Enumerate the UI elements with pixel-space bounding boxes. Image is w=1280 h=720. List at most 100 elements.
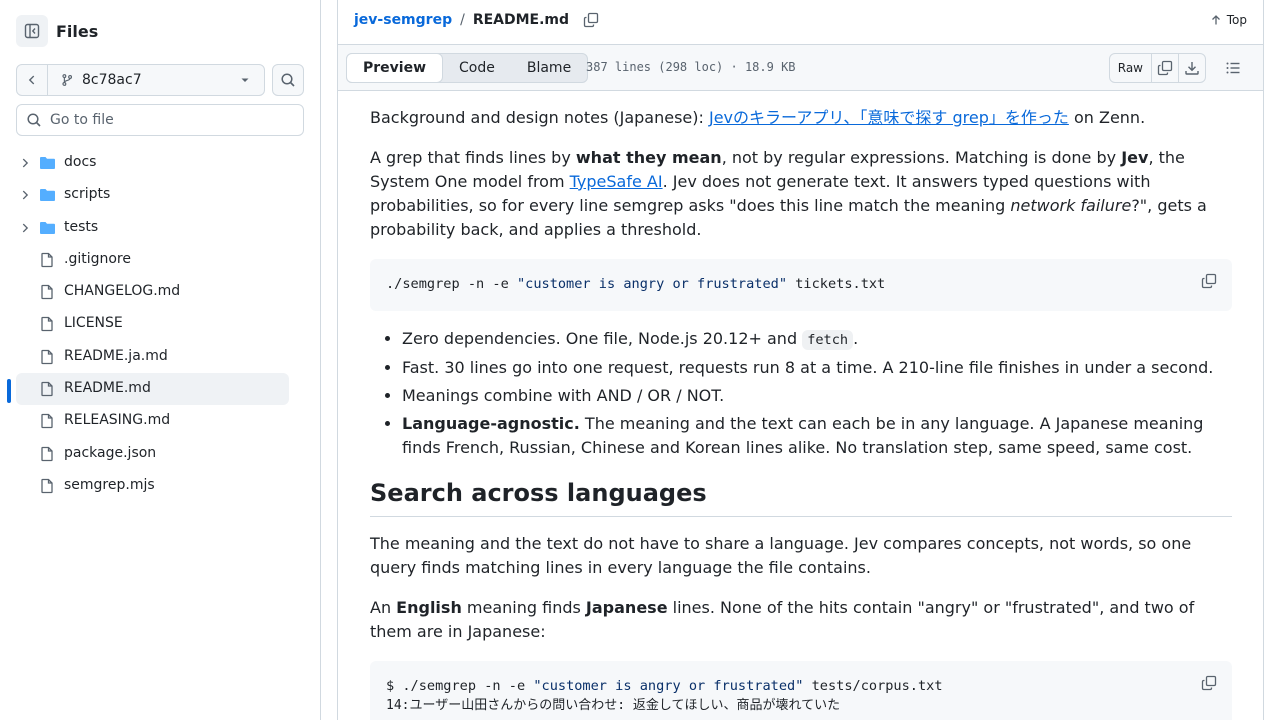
text: on Zenn. xyxy=(1068,108,1146,127)
code-line: $ ./semgrep -n -e "customer is angry or … xyxy=(386,677,1216,696)
text: Background and design notes (Japanese): xyxy=(370,108,709,127)
file-toolbar: Preview Code Blame 387 lines (298 loc) ·… xyxy=(338,45,1263,91)
tree-item-label: package.json xyxy=(64,444,157,461)
feature-list: Zero dependencies. One file, Node.js 20.… xyxy=(370,327,1232,460)
sidebar-header: Files xyxy=(16,15,98,47)
english-japanese-paragraph: An English meaning finds Japanese lines.… xyxy=(370,596,1232,644)
file-icon xyxy=(39,349,55,365)
copy-code-button[interactable] xyxy=(1201,273,1217,289)
breadcrumb-separator: / xyxy=(460,12,465,28)
download-icon xyxy=(1184,60,1200,76)
copy-raw-button[interactable] xyxy=(1151,54,1178,82)
tree-item-label: LICENSE xyxy=(64,315,123,332)
text: An xyxy=(370,598,397,617)
file-tree: docs scripts tests .gitignore CHANGELOG.… xyxy=(7,147,289,502)
tree-item-semgrep-mjs[interactable]: semgrep.mjs xyxy=(16,470,289,502)
tree-item-readme-ja[interactable]: README.ja.md xyxy=(16,341,289,373)
back-to-top-link[interactable]: Top xyxy=(1210,13,1247,27)
tab-preview[interactable]: Preview xyxy=(346,53,444,83)
branch-selector: 8c78ac7 xyxy=(16,64,265,96)
inline-code: fetch xyxy=(802,330,854,350)
go-to-file-input[interactable] xyxy=(50,112,290,128)
code-block-usage: ./semgrep -n -e "customer is angry or fr… xyxy=(370,259,1232,311)
file-actions: Raw xyxy=(1108,53,1247,83)
sidebar-collapse-icon xyxy=(24,23,40,39)
copy-icon xyxy=(1201,273,1217,289)
file-icon xyxy=(39,252,55,268)
typesafe-ai-link[interactable]: TypeSafe AI xyxy=(570,172,663,191)
file-info: 387 lines (298 loc) · 18.9 KB xyxy=(586,60,796,74)
tree-item-changelog[interactable]: CHANGELOG.md xyxy=(16,276,289,308)
breadcrumb-repo-link[interactable]: jev-semgrep xyxy=(354,12,452,28)
tree-item-releasing[interactable]: RELEASING.md xyxy=(16,405,289,437)
chevron-right-icon[interactable] xyxy=(18,221,32,235)
copy-path-button[interactable] xyxy=(583,12,599,28)
intro-paragraph: A grep that finds lines by what they mea… xyxy=(370,146,1232,242)
sidebar-title: Files xyxy=(56,21,99,41)
code-text: $ ./semgrep -n -e xyxy=(386,678,534,694)
folder-icon xyxy=(39,155,56,171)
tree-item-label: RELEASING.md xyxy=(64,412,171,429)
tree-item-label: docs xyxy=(64,154,97,170)
file-header: jev-semgrep / README.md Top xyxy=(338,0,1263,45)
collapse-sidebar-button[interactable] xyxy=(16,15,48,47)
tree-item-package-json[interactable]: package.json xyxy=(16,438,289,470)
chevron-right-icon[interactable] xyxy=(18,188,32,202)
download-button[interactable] xyxy=(1178,54,1205,82)
back-button[interactable] xyxy=(17,65,48,95)
folder-icon xyxy=(39,220,56,236)
arrow-up-icon xyxy=(1210,14,1222,26)
bold-text: Japanese xyxy=(585,598,668,617)
go-to-file-box xyxy=(16,104,304,136)
text: . xyxy=(853,329,859,348)
tree-item-label: semgrep.mjs xyxy=(64,476,155,493)
breadcrumb-file-name: README.md xyxy=(472,12,570,28)
tree-item-label: tests xyxy=(64,218,99,235)
text: A grep that finds lines by xyxy=(370,148,576,167)
tree-item-gitignore[interactable]: .gitignore xyxy=(16,244,289,276)
tree-item-docs[interactable]: docs xyxy=(16,147,289,179)
text: meaning finds xyxy=(461,598,586,617)
tab-code[interactable]: Code xyxy=(443,54,511,82)
caret-down-icon xyxy=(240,75,250,85)
code-block-example: $ ./semgrep -n -e "customer is angry or … xyxy=(370,661,1232,720)
chevron-right-icon[interactable] xyxy=(18,156,32,170)
file-view: jev-semgrep / README.md Top Preview Code… xyxy=(337,0,1264,720)
cross-language-paragraph: The meaning and the text do not have to … xyxy=(370,534,1192,577)
active-indicator xyxy=(7,379,11,404)
search-icon xyxy=(280,72,296,88)
raw-button[interactable]: Raw xyxy=(1110,54,1151,82)
bold-text: what they mean xyxy=(575,148,722,167)
search-icon xyxy=(26,112,42,128)
outline-button[interactable] xyxy=(1219,54,1247,82)
list-unordered-icon xyxy=(1225,60,1241,76)
folder-icon xyxy=(39,187,56,203)
tab-blame[interactable]: Blame xyxy=(511,54,587,82)
tree-item-label: CHANGELOG.md xyxy=(64,283,181,300)
list-item: Meanings combine with AND / OR / NOT. xyxy=(402,384,1232,408)
bold-text: English xyxy=(396,598,462,617)
tree-item-readme[interactable]: README.md xyxy=(7,373,289,406)
copy-icon xyxy=(583,12,599,28)
file-action-group: Raw xyxy=(1108,53,1206,83)
copy-icon xyxy=(1201,675,1217,691)
code-text: tickets.txt xyxy=(787,276,886,292)
file-icon xyxy=(39,284,55,300)
copy-code-button[interactable] xyxy=(1201,675,1217,691)
branch-dropdown[interactable]: 8c78ac7 xyxy=(48,72,264,88)
tree-item-label: .gitignore xyxy=(64,250,131,267)
tree-item-license[interactable]: LICENSE xyxy=(16,308,289,340)
list-item: Zero dependencies. One file, Node.js 20.… xyxy=(402,327,1232,352)
code-text: tests/corpus.txt xyxy=(803,678,943,694)
chevron-left-icon xyxy=(25,73,39,87)
tree-item-tests[interactable]: tests xyxy=(16,212,289,244)
sidebar-controls: 8c78ac7 xyxy=(16,64,304,96)
file-icon xyxy=(39,478,55,494)
code-string: "customer is angry or frustrated" xyxy=(516,276,788,292)
search-files-button[interactable] xyxy=(272,64,304,96)
top-label: Top xyxy=(1226,13,1247,27)
tree-item-scripts[interactable]: scripts xyxy=(16,179,289,211)
breadcrumb: jev-semgrep / README.md xyxy=(354,12,599,28)
view-mode-tabs: Preview Code Blame xyxy=(346,53,589,83)
zenn-article-link[interactable]: Jevのキラーアプリ、「意味で探す grep」を作った xyxy=(709,108,1069,127)
